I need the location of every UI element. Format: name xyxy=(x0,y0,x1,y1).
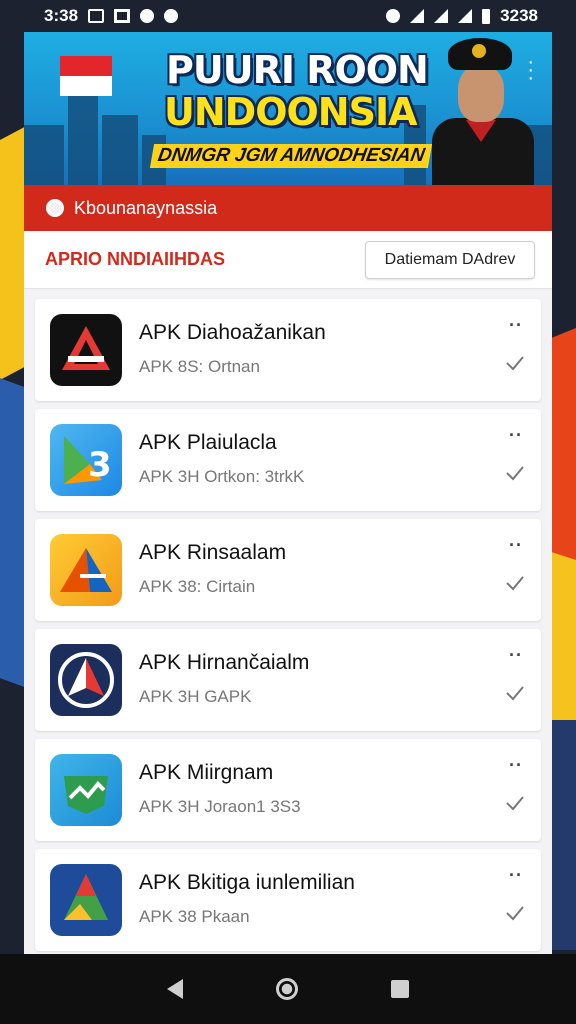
status-time: 3:38 xyxy=(44,6,79,25)
promo-banner[interactable]: PUURI ROON UNDOONSIA DNMGR JGM AMNODHESI… xyxy=(24,32,552,185)
wifi-icon xyxy=(410,9,425,23)
list-item[interactable]: APK Diahoažanikan APK 8S: Ortnan ·· xyxy=(35,299,541,401)
checkmark-icon xyxy=(506,686,524,701)
app-meta: APK 3H Joraon1 3S3 xyxy=(139,797,301,816)
site-logo-icon xyxy=(46,199,64,217)
svg-text:3: 3 xyxy=(88,445,112,485)
notification-dot-icon xyxy=(140,9,155,23)
more-options-icon[interactable]: ·· xyxy=(509,645,523,666)
app-logo-icon xyxy=(50,644,122,716)
signal-icon xyxy=(458,9,473,23)
more-options-icon[interactable]: ·· xyxy=(509,535,523,556)
site-bar[interactable]: Kbounanaynassia xyxy=(24,185,552,231)
recent-apps-icon[interactable] xyxy=(391,980,410,998)
app-list: APK Diahoažanikan APK 8S: Ortnan ·· 3 AP… xyxy=(24,289,552,951)
list-item[interactable]: APK Rinsaalam APK 38: Cirtain ·· xyxy=(35,519,541,621)
app-logo-icon xyxy=(50,864,122,936)
home-icon[interactable] xyxy=(275,978,298,1000)
checkmark-icon xyxy=(506,906,524,921)
list-item[interactable]: APK Miirgnam APK 3H Joraon1 3S3 ·· xyxy=(35,739,541,841)
list-item[interactable]: 3 APK Plaiulacla APK 3H Ortkon: 3trkK ·· xyxy=(35,409,541,511)
officer-illustration xyxy=(428,36,538,185)
screenshot-icon xyxy=(114,9,131,23)
battery-icon xyxy=(482,8,491,24)
app-logo-icon xyxy=(50,534,122,606)
more-options-icon[interactable]: ·· xyxy=(509,755,523,776)
checkmark-icon xyxy=(506,796,524,811)
navigation-bar xyxy=(0,954,576,1024)
app-name: APK Miirgnam xyxy=(139,761,274,784)
more-menu-icon[interactable]: · · · xyxy=(527,52,534,88)
banner-subtitle: DNMGR JGM AMNODHESIAN xyxy=(149,144,433,168)
more-options-icon[interactable]: ·· xyxy=(509,865,523,886)
app-meta: APK 3H GAPK xyxy=(139,687,252,706)
app-name: APK Hirnančaialm xyxy=(139,651,310,674)
site-name: Kbounanaynassia xyxy=(74,197,218,218)
app-logo-icon xyxy=(50,754,122,826)
banner-title: PUURI ROON xyxy=(166,48,429,92)
more-options-icon[interactable]: ·· xyxy=(509,315,523,336)
app-logo-icon xyxy=(50,314,122,386)
app-store-card: PUURI ROON UNDOONSIA DNMGR JGM AMNODHESI… xyxy=(24,32,552,954)
app-name: APK Rinsaalam xyxy=(139,541,287,564)
app-name: APK Plaiulacla xyxy=(139,431,277,454)
app-logo-icon: 3 xyxy=(50,424,122,496)
status-bar: 3:38 3238 xyxy=(0,0,576,32)
more-options-icon[interactable]: ·· xyxy=(509,425,523,446)
alarm-icon xyxy=(386,9,401,23)
signal-icon xyxy=(434,9,449,23)
app-meta: APK 3H Ortkon: 3trkK xyxy=(139,467,305,486)
app-name: APK Bkitiga iunlemilian xyxy=(139,871,355,894)
checkmark-icon xyxy=(506,466,524,481)
sort-button[interactable]: Datiemam DAdrev xyxy=(365,240,535,279)
list-item[interactable]: APK Bkitiga iunlemilian APK 38 Pkaan ·· xyxy=(35,849,541,951)
back-icon[interactable] xyxy=(166,979,183,999)
status-clock: 3238 xyxy=(500,6,538,25)
checkmark-icon xyxy=(506,576,524,591)
section-header: APRIO NNDIAIIHDAS Datiemam DAdrev xyxy=(24,231,552,289)
notification-dot-icon xyxy=(164,9,179,23)
app-meta: APK 38: Cirtain xyxy=(139,577,256,596)
gallery-icon xyxy=(88,9,105,23)
flag-icon xyxy=(60,56,112,96)
list-item[interactable]: APK Hirnančaialm APK 3H GAPK ·· xyxy=(35,629,541,731)
app-meta: APK 38 Pkaan xyxy=(139,907,250,926)
app-name: APK Diahoažanikan xyxy=(139,321,326,344)
checkmark-icon xyxy=(506,356,524,371)
section-title: APRIO NNDIAIIHDAS xyxy=(45,249,226,269)
banner-title-highlight: UNDOONSIA xyxy=(164,90,418,134)
app-meta: APK 8S: Ortnan xyxy=(139,357,260,376)
